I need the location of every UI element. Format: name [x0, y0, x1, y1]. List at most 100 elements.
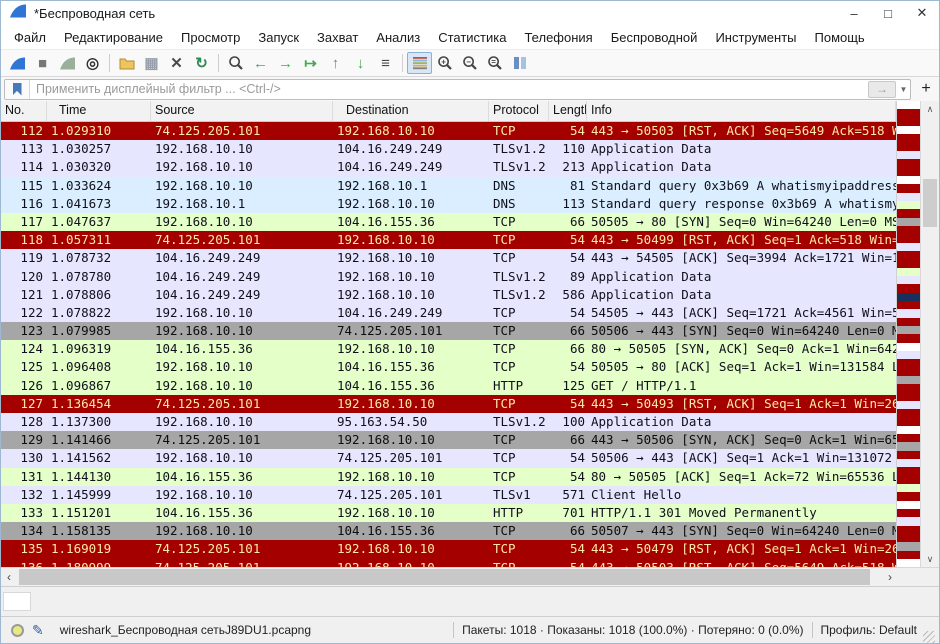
- maximize-button[interactable]: □: [871, 1, 905, 25]
- find-packet-icon[interactable]: [223, 52, 248, 74]
- column-header-time[interactable]: Time: [47, 101, 151, 121]
- packet-row[interactable]: 1171.047637192.168.10.10104.16.155.36TCP…: [1, 213, 896, 231]
- packet-row[interactable]: 1181.05731174.125.205.101192.168.10.10TC…: [1, 231, 896, 249]
- apply-filter-button[interactable]: →: [868, 81, 896, 98]
- column-header-len[interactable]: Length: [549, 101, 587, 121]
- packet-row[interactable]: 1161.041673192.168.10.1192.168.10.10DNS1…: [1, 195, 896, 213]
- packet-cell-src: 192.168.10.10: [151, 449, 333, 467]
- stop-capture-icon[interactable]: ■: [30, 52, 55, 74]
- packet-row[interactable]: 1301.141562192.168.10.1074.125.205.101TC…: [1, 449, 896, 467]
- menu-item-0[interactable]: Файл: [5, 26, 55, 49]
- packet-row[interactable]: 1311.144130104.16.155.36192.168.10.10TCP…: [1, 468, 896, 486]
- restart-capture-icon[interactable]: [55, 52, 80, 74]
- auto-scroll-icon[interactable]: ≡: [373, 52, 398, 74]
- horizontal-scrollbar-thumb[interactable]: [19, 569, 870, 585]
- menu-item-2[interactable]: Просмотр: [172, 26, 249, 49]
- packet-row[interactable]: 1321.145999192.168.10.1074.125.205.101TL…: [1, 486, 896, 504]
- expert-info-icon[interactable]: [11, 624, 24, 637]
- menu-item-10[interactable]: Помощь: [806, 26, 874, 49]
- collapsed-pane-box: [3, 592, 31, 611]
- menu-item-6[interactable]: Статистика: [429, 26, 515, 49]
- packet-cell-time: 1.137300: [47, 413, 151, 431]
- column-header-no[interactable]: No.: [1, 101, 47, 121]
- zoom-original-icon[interactable]: =: [482, 52, 507, 74]
- vertical-scrollbar[interactable]: ∧ ∨: [920, 101, 939, 567]
- packet-cell-info: 50507 → 443 [SYN] Seq=0 Win=64240 Len=0 …: [587, 522, 896, 540]
- minimap-stripe: [897, 101, 920, 109]
- scroll-right-icon[interactable]: ›: [882, 568, 898, 586]
- colorize-icon[interactable]: [407, 52, 432, 74]
- save-file-icon[interactable]: ▦: [139, 52, 164, 74]
- go-to-top-icon[interactable]: ↑: [323, 52, 348, 74]
- packet-cell-len: 66: [549, 213, 587, 231]
- packet-row[interactable]: 1261.096867192.168.10.10104.16.155.36HTT…: [1, 377, 896, 395]
- packet-row[interactable]: 1341.158135192.168.10.10104.16.155.36TCP…: [1, 522, 896, 540]
- packet-cell-proto: TCP: [489, 559, 549, 568]
- packet-row[interactable]: 1131.030257192.168.10.10104.16.249.249TL…: [1, 140, 896, 158]
- toolbar-separator: [402, 54, 403, 72]
- menu-item-1[interactable]: Редактирование: [55, 26, 172, 49]
- go-forward-icon[interactable]: →: [273, 52, 298, 74]
- packet-row[interactable]: 1331.151201104.16.155.36192.168.10.10HTT…: [1, 504, 896, 522]
- menu-item-3[interactable]: Запуск: [249, 26, 308, 49]
- packet-cell-time: 1.078732: [47, 249, 151, 267]
- minimap-stripe: [897, 392, 920, 400]
- add-filter-button[interactable]: +: [916, 79, 936, 99]
- scroll-up-icon[interactable]: ∧: [921, 101, 939, 117]
- column-header-proto[interactable]: Protocol: [489, 101, 549, 121]
- packet-row[interactable]: 1191.078732104.16.249.249192.168.10.10TC…: [1, 249, 896, 267]
- profile-label[interactable]: Профиль: Default: [821, 623, 918, 637]
- filter-dropdown-icon[interactable]: ▼: [897, 85, 910, 94]
- column-header-src[interactable]: Source: [151, 101, 333, 121]
- packet-row[interactable]: 1271.13645474.125.205.101192.168.10.10TC…: [1, 395, 896, 413]
- packet-row[interactable]: 1351.16901974.125.205.101192.168.10.10TC…: [1, 540, 896, 558]
- go-to-packet-icon[interactable]: ↦: [298, 52, 323, 74]
- minimize-button[interactable]: –: [837, 1, 871, 25]
- close-file-icon[interactable]: ✕: [164, 52, 189, 74]
- packet-row[interactable]: 1211.078806104.16.249.249192.168.10.10TL…: [1, 286, 896, 304]
- scroll-down-icon[interactable]: ∨: [921, 551, 939, 567]
- packet-cell-proto: DNS: [489, 195, 549, 213]
- close-button[interactable]: ✕: [905, 1, 939, 25]
- packet-row[interactable]: 1151.033624192.168.10.10192.168.10.1DNS8…: [1, 177, 896, 195]
- packet-minimap[interactable]: [896, 101, 920, 567]
- menu-item-8[interactable]: Беспроводной: [602, 26, 707, 49]
- packet-row[interactable]: 1221.078822192.168.10.10104.16.249.249TC…: [1, 304, 896, 322]
- minimap-stripe: [897, 318, 920, 326]
- packet-cell-time: 1.145999: [47, 486, 151, 504]
- menu-item-7[interactable]: Телефония: [515, 26, 601, 49]
- resize-columns-icon[interactable]: [507, 52, 532, 74]
- packet-row[interactable]: 1281.137300192.168.10.1095.163.54.50TLSv…: [1, 413, 896, 431]
- column-header-dst[interactable]: Destination: [333, 101, 489, 121]
- reload-icon[interactable]: ↻: [189, 52, 214, 74]
- packet-cell-no: 133: [1, 504, 47, 522]
- packet-cell-time: 1.144130: [47, 468, 151, 486]
- filter-bookmark-button[interactable]: [5, 80, 30, 99]
- menu-item-9[interactable]: Инструменты: [706, 26, 805, 49]
- packet-row[interactable]: 1121.02931074.125.205.101192.168.10.10TC…: [1, 122, 896, 140]
- packet-row[interactable]: 1361.18099974.125.205.101192.168.10.10TC…: [1, 559, 896, 568]
- display-filter-input[interactable]: [30, 82, 868, 96]
- packet-row[interactable]: 1201.078780104.16.249.249192.168.10.10TL…: [1, 268, 896, 286]
- horizontal-scrollbar-track[interactable]: [17, 568, 882, 586]
- horizontal-scrollbar[interactable]: ‹ ›: [1, 568, 898, 586]
- resize-grip[interactable]: [923, 631, 935, 643]
- menu-item-5[interactable]: Анализ: [367, 26, 429, 49]
- column-header-info[interactable]: Info: [587, 101, 896, 121]
- packet-row[interactable]: 1251.096408192.168.10.10104.16.155.36TCP…: [1, 358, 896, 376]
- packet-row[interactable]: 1291.14146674.125.205.101192.168.10.10TC…: [1, 431, 896, 449]
- packet-row[interactable]: 1231.079985192.168.10.1074.125.205.101TC…: [1, 322, 896, 340]
- go-back-icon[interactable]: ←: [248, 52, 273, 74]
- go-to-bottom-icon[interactable]: ↓: [348, 52, 373, 74]
- zoom-in-icon[interactable]: +: [432, 52, 457, 74]
- capture-comment-icon[interactable]: ✎: [32, 622, 44, 639]
- packet-row[interactable]: 1241.096319104.16.155.36192.168.10.10TCP…: [1, 340, 896, 358]
- vertical-scrollbar-thumb[interactable]: [923, 179, 937, 227]
- zoom-out-icon[interactable]: −: [457, 52, 482, 74]
- menu-item-4[interactable]: Захват: [308, 26, 367, 49]
- start-capture-icon[interactable]: [5, 52, 30, 74]
- open-file-icon[interactable]: [114, 52, 139, 74]
- scroll-left-icon[interactable]: ‹: [1, 568, 17, 586]
- capture-options-icon[interactable]: ◎: [80, 52, 105, 74]
- packet-row[interactable]: 1141.030320192.168.10.10104.16.249.249TL…: [1, 158, 896, 176]
